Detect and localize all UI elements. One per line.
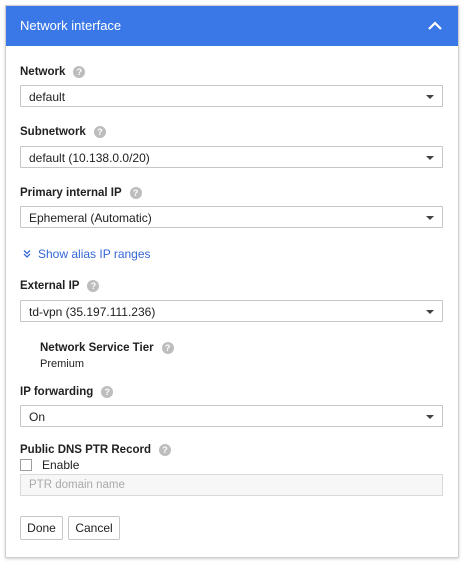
cancel-button[interactable]: Cancel: [68, 516, 120, 540]
help-icon[interactable]: ?: [87, 280, 100, 292]
network-service-tier-value: Premium: [40, 358, 85, 370]
ip-forwarding-select[interactable]: On: [20, 405, 443, 427]
dropdown-arrow-icon: [426, 310, 434, 314]
ip-forwarding-value: On: [29, 410, 46, 424]
dropdown-arrow-icon: [426, 216, 434, 220]
external-ip-select[interactable]: td-vpn (35.197.111.236): [20, 300, 443, 322]
primary-ip-label-text: Primary internal IP: [20, 187, 122, 199]
subnetwork-label-text: Subnetwork: [20, 126, 86, 138]
panel-header[interactable]: Network interface: [6, 6, 458, 46]
ptr-domain-name-input[interactable]: [20, 474, 443, 496]
enable-checkbox-row[interactable]: Enable: [20, 458, 79, 472]
service-tier-label-text: Network Service Tier: [40, 342, 154, 354]
help-icon[interactable]: ?: [161, 342, 174, 354]
enable-checkbox-label: Enable: [42, 458, 80, 472]
help-icon[interactable]: ?: [101, 386, 114, 398]
panel-title: Network interface: [20, 18, 122, 33]
external-ip-value: td-vpn (35.197.111.236): [29, 305, 156, 319]
help-icon[interactable]: ?: [129, 187, 142, 199]
network-value: default: [29, 90, 66, 104]
show-alias-ip-ranges-link[interactable]: Show alias IP ranges: [22, 247, 151, 261]
done-button[interactable]: Done: [20, 516, 63, 540]
chevron-up-icon: [428, 21, 442, 30]
external-ip-label: External IP ?: [20, 280, 100, 292]
network-service-tier-label: Network Service Tier ?: [40, 342, 174, 354]
primary-ip-select[interactable]: Ephemeral (Automatic): [20, 206, 443, 228]
double-chevron-down-icon: [23, 250, 31, 258]
primary-ip-label: Primary internal IP ?: [20, 187, 142, 199]
ip-forwarding-label-text: IP forwarding: [20, 386, 94, 398]
alias-link-text: Show alias IP ranges: [38, 247, 151, 261]
primary-ip-value: Ephemeral (Automatic): [29, 211, 152, 225]
network-interface-panel: Network interface Network ? default Subn…: [5, 5, 459, 558]
help-icon[interactable]: ?: [93, 126, 106, 138]
network-select[interactable]: default: [20, 85, 443, 107]
dns-ptr-label: Public DNS PTR Record ?: [20, 444, 171, 456]
network-label: Network ?: [20, 66, 86, 78]
dropdown-arrow-icon: [426, 95, 434, 99]
dropdown-arrow-icon: [426, 156, 434, 160]
help-icon[interactable]: ?: [73, 66, 86, 78]
help-icon[interactable]: ?: [159, 444, 171, 456]
dns-ptr-label-text: Public DNS PTR Record: [20, 444, 151, 456]
network-label-text: Network: [20, 66, 66, 78]
external-ip-label-text: External IP: [20, 280, 80, 292]
subnetwork-select[interactable]: default (10.138.0.0/20): [20, 146, 443, 168]
ip-forwarding-label: IP forwarding ?: [20, 386, 114, 398]
subnetwork-label: Subnetwork ?: [20, 126, 106, 138]
subnetwork-value: default (10.138.0.0/20): [29, 151, 150, 165]
dropdown-arrow-icon: [426, 415, 434, 419]
enable-checkbox[interactable]: [20, 459, 32, 471]
collapse-button[interactable]: [424, 15, 446, 37]
